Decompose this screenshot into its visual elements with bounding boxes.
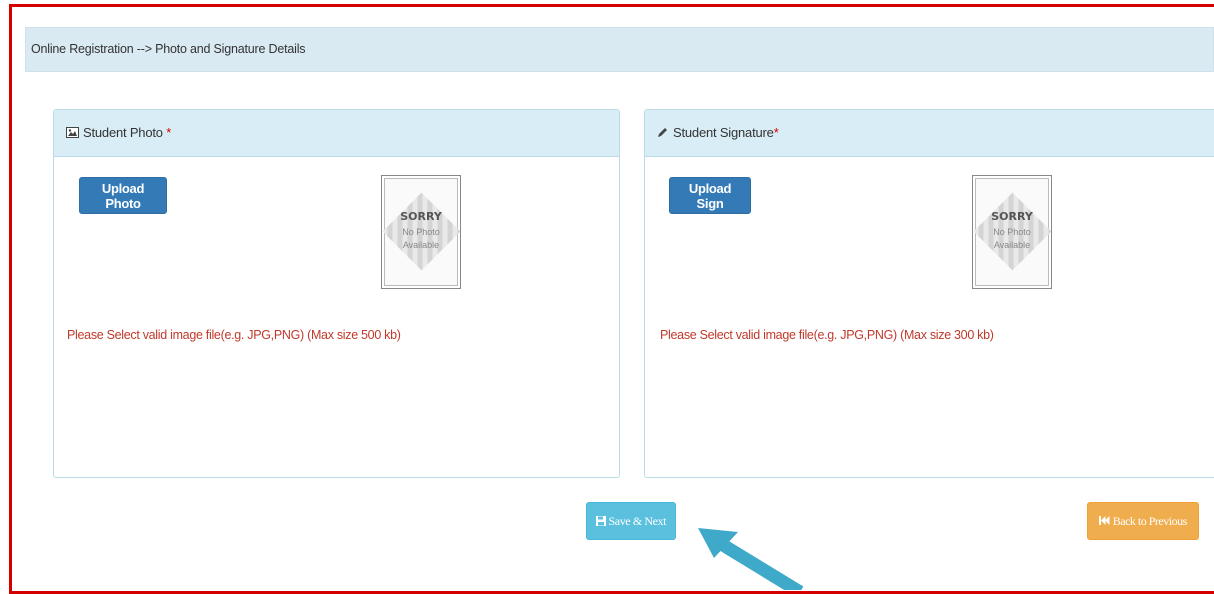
annotation-arrow-icon (698, 528, 804, 590)
placeholder-subtext: No Photo Available (382, 226, 460, 252)
student-signature-title: Student Signature (673, 125, 774, 140)
back-to-previous-label: Back to Previous (1112, 513, 1188, 528)
upload-photo-button[interactable]: Upload Photo (79, 177, 167, 214)
save-and-next-label: Save & Next (608, 513, 667, 528)
floppy-disk-icon (595, 514, 609, 528)
placeholder-line3: Available (402, 240, 440, 250)
image-icon (66, 111, 79, 157)
placeholder-subtext: No Photo Available (973, 226, 1051, 252)
photo-file-hint: Please Select valid image file(e.g. JPG,… (67, 328, 401, 342)
signature-file-hint: Please Select valid image file(e.g. JPG,… (660, 328, 994, 342)
required-asterisk: * (166, 125, 172, 140)
signature-preview-placeholder: SORRY No Photo Available (972, 175, 1052, 289)
student-photo-panel-header: Student Photo * (54, 110, 619, 157)
placeholder-line2: No Photo (402, 227, 440, 237)
student-signature-panel: Student Signature* Upload Sign SORRY No … (644, 109, 1214, 478)
student-photo-panel: Student Photo * Upload Photo SORRY No Ph… (53, 109, 620, 478)
placeholder-sorry-text: SORRY (400, 210, 442, 223)
breadcrumb: Online Registration --> Photo and Signat… (25, 27, 1214, 72)
pencil-icon (657, 111, 669, 157)
student-photo-title: Student Photo (83, 125, 163, 140)
student-signature-panel-header: Student Signature* (645, 110, 1214, 157)
placeholder-sorry-text: SORRY (991, 210, 1033, 223)
placeholder-line2: No Photo (993, 227, 1031, 237)
save-and-next-button[interactable]: Save & Next (586, 502, 676, 540)
photo-preview-placeholder: SORRY No Photo Available (381, 175, 461, 289)
placeholder-line3: Available (993, 240, 1031, 250)
back-to-previous-button[interactable]: Back to Previous (1087, 502, 1199, 540)
required-asterisk: * (773, 125, 779, 140)
breadcrumb-text: Online Registration --> Photo and Signat… (31, 42, 306, 56)
fast-backward-icon (1099, 514, 1113, 528)
upload-sign-button[interactable]: Upload Sign (669, 177, 751, 214)
